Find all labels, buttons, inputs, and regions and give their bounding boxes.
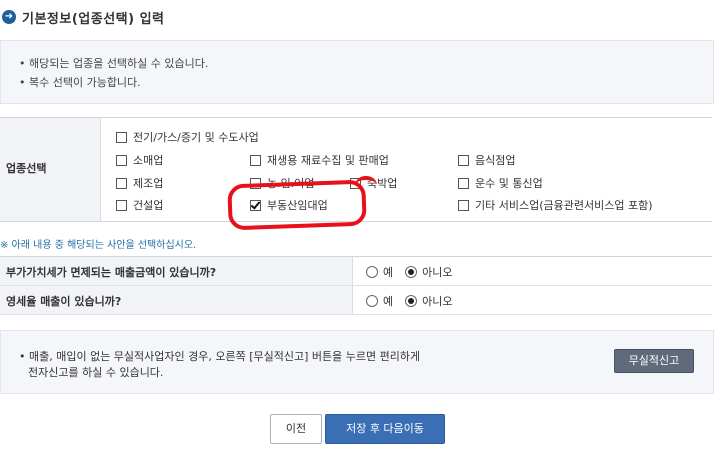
industry-label: 업종선택 [6, 162, 47, 175]
checkbox[interactable] [458, 199, 469, 211]
info-notice-box: • 해당되는 업종을 선택하실 수 있습니다. • 복수 선택이 가능합니다. [0, 40, 714, 104]
notice-line: • 매출, 매입이 없는 무실적사업자인 경우, 오른쪽 [무실적신고] 버튼을… [19, 350, 421, 363]
notice-line: 전자신고를 하실 수 있습니다. [28, 366, 164, 379]
checkbox[interactable] [116, 177, 127, 189]
industry-option-utilities[interactable]: 전기/가스/증기 및 수도사업 [116, 129, 259, 145]
radio-yes[interactable] [366, 295, 378, 307]
red-annotation-stroke [355, 176, 377, 194]
prev-button[interactable]: 이전 [270, 414, 322, 444]
industry-label-cell: 업종선택 [0, 118, 101, 221]
radio-group: 예 아니오 [366, 264, 465, 280]
questions-table: 부가가치세가 면제되는 매출금액이 있습니까? 예 아니오 영세율 매출이 있습… [0, 256, 712, 315]
industry-option-retail[interactable]: 소매업 [116, 152, 163, 168]
question-row: 영세율 매출이 있습니까? 예 아니오 [0, 286, 712, 315]
section-header: ➜ 기본정보(업종선택) 입력 [0, 0, 720, 34]
question-row: 부가가치세가 면제되는 매출금액이 있습니까? 예 아니오 [0, 257, 712, 286]
checkbox[interactable] [458, 154, 469, 166]
checkbox[interactable] [458, 177, 469, 189]
notice-line: • 복수 선택이 가능합니다. [19, 76, 141, 89]
no-activity-notice-box: • 매출, 매입이 없는 무실적사업자인 경우, 오른쪽 [무실적신고] 버튼을… [0, 330, 714, 394]
industry-option-recycling[interactable]: 재생용 재료수집 및 판매업 [250, 152, 389, 168]
question-label: 영세율 매출이 있습니까? [6, 295, 122, 308]
question-label: 부가가치세가 면제되는 매출금액이 있습니까? [6, 266, 217, 279]
question-label-cell: 부가가치세가 면제되는 매출금액이 있습니까? [0, 257, 353, 285]
industry-option-restaurant[interactable]: 음식점업 [458, 152, 515, 168]
question-label-cell: 영세율 매출이 있습니까? [0, 286, 353, 314]
no-activity-report-button[interactable]: 무실적신고 [614, 349, 694, 373]
radio-no-selected[interactable] [405, 295, 418, 307]
notice-line: • 해당되는 업종을 선택하실 수 있습니다. [19, 57, 209, 70]
red-annotation-circle [227, 179, 367, 231]
radio-no-selected[interactable] [405, 266, 418, 278]
checkbox[interactable] [116, 199, 127, 211]
checkbox[interactable] [116, 131, 127, 143]
industry-option-transport[interactable]: 운수 및 통신업 [458, 175, 543, 191]
arrow-right-circle-icon: ➜ [2, 10, 16, 24]
checkbox[interactable] [116, 154, 127, 166]
checkbox[interactable] [250, 154, 261, 166]
radio-group: 예 아니오 [366, 293, 465, 309]
industry-option-construction[interactable]: 건설업 [116, 197, 163, 213]
industry-option-manufacturing[interactable]: 제조업 [116, 175, 163, 191]
section-title: 기본정보(업종선택) 입력 [22, 12, 165, 27]
radio-yes[interactable] [366, 266, 378, 278]
save-and-next-button[interactable]: 저장 후 다음이동 [325, 414, 445, 444]
instruction-hint: ※ 아래 내용 중 해당되는 사안을 선택하십시오. [0, 240, 197, 251]
industry-option-other-services[interactable]: 기타 서비스업(금융관련서비스업 포함) [458, 197, 653, 213]
